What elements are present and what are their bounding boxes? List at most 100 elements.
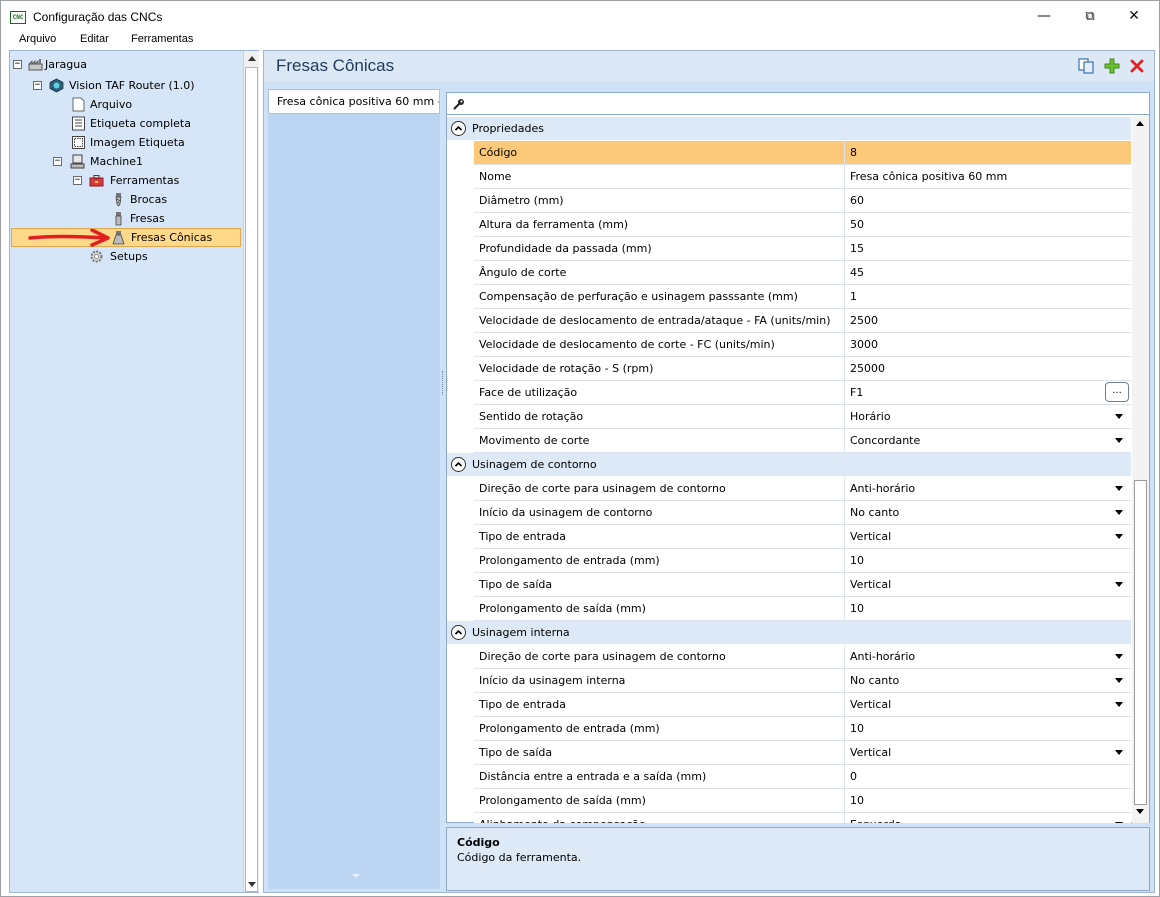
dropdown-arrow-icon[interactable] [1115, 486, 1123, 491]
property-row[interactable]: Ângulo de corte 45 [474, 261, 1131, 285]
property-value[interactable]: Concordante [850, 434, 920, 447]
dropdown-arrow-icon[interactable] [1115, 702, 1123, 707]
property-value[interactable]: 8 [850, 146, 857, 159]
property-row[interactable]: Prolongamento de saída (mm) 10 [474, 789, 1131, 813]
tree-node-etiqueta-completa[interactable]: Etiqueta completa [10, 115, 240, 132]
property-row[interactable]: Direção de corte para usinagem de contor… [474, 645, 1131, 669]
tree-node-fresas[interactable]: Fresas [10, 210, 240, 227]
dropdown-arrow-icon[interactable] [1115, 510, 1123, 515]
property-row[interactable]: Início da usinagem interna No canto [474, 669, 1131, 693]
menu-arquivo[interactable]: Arquivo [19, 33, 56, 45]
maximize-button[interactable]: ⧉ [1067, 1, 1113, 32]
property-row[interactable]: Distância entre a entrada e a saída (mm)… [474, 765, 1131, 789]
grid-scroll-thumb[interactable] [1134, 480, 1147, 805]
dropdown-arrow-icon[interactable] [1115, 414, 1123, 419]
dropdown-arrow-icon[interactable] [1115, 750, 1123, 755]
property-value[interactable]: Vertical [850, 746, 891, 759]
menu-ferramentas[interactable]: Ferramentas [131, 33, 193, 45]
tool-list-item[interactable]: Fresa cônica positiva 60 mm - 8 [268, 89, 440, 114]
tree-scrollbar[interactable] [243, 51, 259, 892]
scroll-up-icon[interactable] [1136, 121, 1144, 126]
collapse-icon[interactable]: − [53, 157, 62, 166]
close-button[interactable]: ✕ [1111, 1, 1157, 32]
dropdown-arrow-icon[interactable] [1115, 822, 1123, 823]
property-row[interactable]: Diâmetro (mm) 60 [474, 189, 1131, 213]
property-row[interactable]: Velocidade de deslocamento de corte - FC… [474, 333, 1131, 357]
property-row[interactable]: Prolongamento de entrada (mm) 10 [474, 549, 1131, 573]
property-row[interactable]: Direção de corte para usinagem de contor… [474, 477, 1131, 501]
collapse-icon[interactable]: − [73, 176, 82, 185]
property-row[interactable]: Prolongamento de saída (mm) 10 [474, 597, 1131, 621]
minimize-button[interactable]: — [1021, 1, 1067, 32]
collapse-icon[interactable]: − [13, 60, 22, 69]
property-value[interactable]: 10 [850, 722, 864, 735]
grid-scrollbar[interactable] [1132, 116, 1149, 823]
property-value[interactable]: 10 [850, 794, 864, 807]
collapse-chevron-icon[interactable] [451, 457, 466, 472]
property-value[interactable]: Vertical [850, 578, 891, 591]
property-value[interactable]: 3000 [850, 338, 878, 351]
property-value[interactable]: 15 [850, 242, 864, 255]
ellipsis-button[interactable]: ... [1105, 382, 1129, 402]
list-scroll-down-icon[interactable] [352, 874, 360, 878]
property-value[interactable]: Vertical [850, 530, 891, 543]
dropdown-arrow-icon[interactable] [1115, 654, 1123, 659]
dropdown-arrow-icon[interactable] [1115, 534, 1123, 539]
property-value[interactable]: 25000 [850, 362, 885, 375]
property-value[interactable]: Fresa cônica positiva 60 mm [850, 170, 1007, 183]
property-row[interactable]: Tipo de entrada Vertical [474, 693, 1131, 717]
property-row[interactable]: Prolongamento de entrada (mm) 10 [474, 717, 1131, 741]
dropdown-arrow-icon[interactable] [1115, 582, 1123, 587]
dropdown-arrow-icon[interactable] [1115, 438, 1123, 443]
property-value[interactable]: 10 [850, 602, 864, 615]
property-value[interactable]: 50 [850, 218, 864, 231]
property-value[interactable]: Esquerda [850, 818, 901, 823]
property-row[interactable]: Tipo de saída Vertical [474, 573, 1131, 597]
property-row[interactable]: Face de utilização F1... [474, 381, 1131, 405]
property-value[interactable]: 0 [850, 770, 857, 783]
tree-node-imagem-etiqueta[interactable]: Imagem Etiqueta [10, 134, 240, 151]
duplicate-icon[interactable] [1078, 58, 1094, 74]
tree-scroll-thumb[interactable] [245, 67, 258, 892]
property-value[interactable]: 1 [850, 290, 857, 303]
property-row[interactable]: Velocidade de deslocamento de entrada/at… [474, 309, 1131, 333]
tree-node-jaragua[interactable]: − Jaragua [10, 56, 240, 73]
scroll-up-icon[interactable] [248, 56, 256, 61]
property-value[interactable]: 60 [850, 194, 864, 207]
scroll-down-icon[interactable] [1136, 809, 1144, 814]
property-search[interactable] [447, 93, 1149, 115]
property-value[interactable]: 2500 [850, 314, 878, 327]
add-icon[interactable] [1104, 58, 1120, 74]
property-row[interactable]: Movimento de corte Concordante [474, 429, 1131, 453]
property-row[interactable]: Nome Fresa cônica positiva 60 mm [474, 165, 1131, 189]
property-row[interactable]: Código 8 [474, 141, 1131, 165]
tree-node-router[interactable]: − Vision TAF Router (1.0) [10, 77, 240, 94]
property-value[interactable]: No canto [850, 506, 899, 519]
tree-node-arquivo[interactable]: Arquivo [10, 96, 240, 113]
property-value[interactable]: 10 [850, 554, 864, 567]
property-row[interactable]: Compensação de perfuração e usinagem pas… [474, 285, 1131, 309]
property-value[interactable]: Anti-horário [850, 482, 915, 495]
property-value[interactable]: Horário [850, 410, 891, 423]
property-row[interactable]: Profundidade da passada (mm) 15 [474, 237, 1131, 261]
property-row[interactable]: Velocidade de rotação - S (rpm) 25000 [474, 357, 1131, 381]
property-value[interactable]: Vertical [850, 698, 891, 711]
splitter-grip[interactable] [442, 371, 444, 395]
menu-editar[interactable]: Editar [80, 33, 109, 45]
tree-node-setups[interactable]: Setups [10, 248, 240, 265]
property-value[interactable]: No canto [850, 674, 899, 687]
scroll-down-icon[interactable] [248, 882, 256, 887]
tree-node-ferramentas[interactable]: − Ferramentas [10, 172, 240, 189]
collapse-icon[interactable]: − [33, 81, 42, 90]
property-value[interactable]: Anti-horário [850, 650, 915, 663]
delete-icon[interactable] [1129, 58, 1145, 74]
property-row[interactable]: Tipo de saída Vertical [474, 741, 1131, 765]
property-value[interactable]: 45 [850, 266, 864, 279]
tree-node-brocas[interactable]: Brocas [10, 191, 240, 208]
property-row[interactable]: Sentido de rotação Horário [474, 405, 1131, 429]
property-row[interactable]: Início da usinagem de contorno No canto [474, 501, 1131, 525]
property-value[interactable]: F1 [850, 386, 863, 399]
collapse-chevron-icon[interactable] [451, 121, 466, 136]
property-row[interactable]: Altura da ferramenta (mm) 50 [474, 213, 1131, 237]
tree-node-machine1[interactable]: − Machine1 [10, 153, 240, 170]
